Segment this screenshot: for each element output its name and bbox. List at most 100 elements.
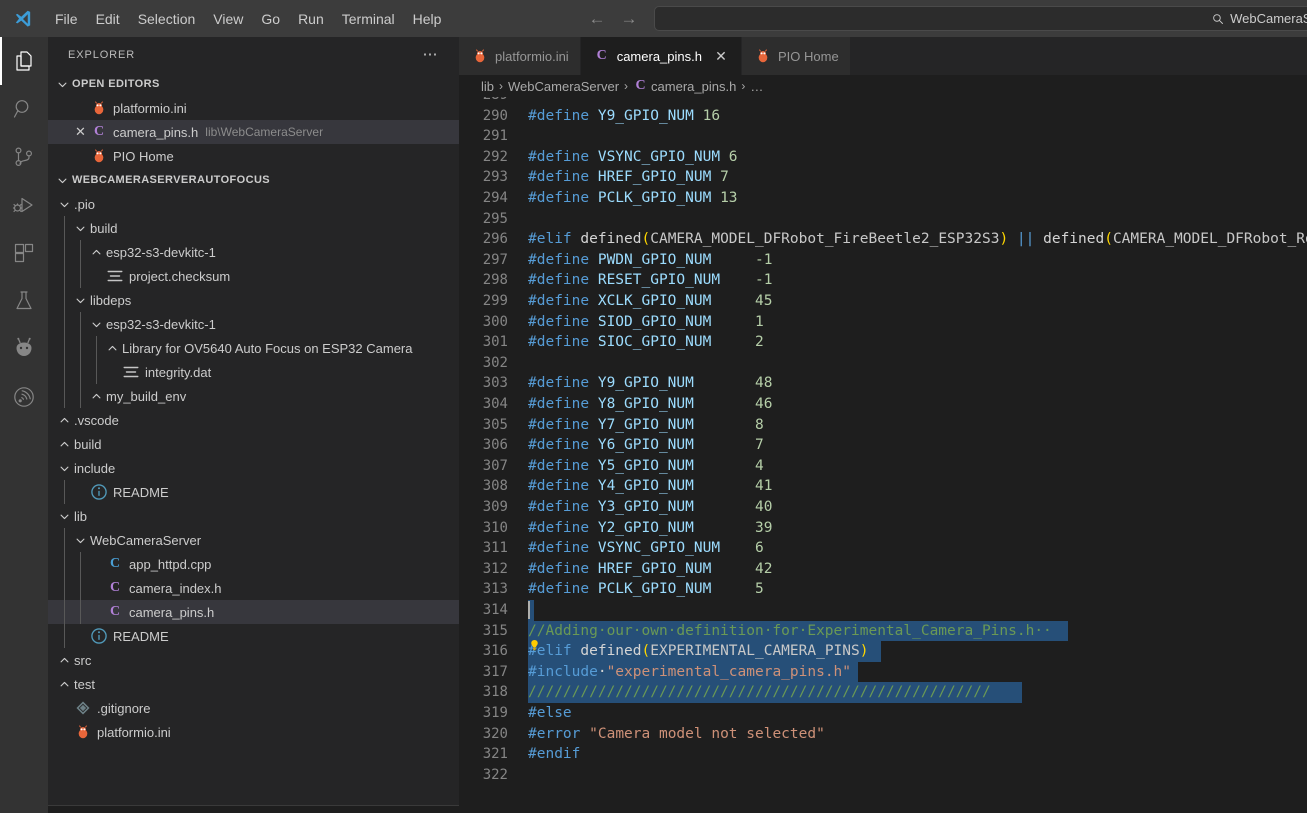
tree-folder-lib[interactable]: lib: [48, 504, 459, 528]
activitybar-source-control[interactable]: [0, 133, 48, 181]
code-line[interactable]: 303 #define Y9_GPIO_NUM 48: [459, 373, 1307, 394]
open-editor-camera-pins-h[interactable]: ✕ C camera_pins.h lib\WebCameraServer: [48, 120, 459, 144]
code-line[interactable]: 293 #define HREF_GPIO_NUM 7: [459, 167, 1307, 188]
tree-folder-vscode[interactable]: .vscode: [48, 408, 459, 432]
code-token: //Adding·our·own·definition·for·Experime…: [528, 622, 1052, 639]
code-line[interactable]: 315 //Adding·our·own·definition·for·Exper…: [459, 620, 1307, 642]
tree-folder-my-build-env[interactable]: my_build_env: [48, 384, 459, 408]
code-line[interactable]: 314: [459, 600, 1307, 621]
go-back-icon[interactable]: ←: [588, 10, 606, 27]
code-editor[interactable]: 289290#define Y9_GPIO_NUM 16291292#defin…: [459, 97, 1307, 813]
tree-folder-src[interactable]: src: [48, 648, 459, 672]
code-line[interactable]: 292 #define VSYNC_GPIO_NUM 6: [459, 147, 1307, 168]
activitybar-platformio[interactable]: [0, 325, 48, 373]
breadcrumb-item-lib[interactable]: lib: [481, 79, 494, 94]
tree-folder-build[interactable]: build: [48, 216, 459, 240]
code-line[interactable]: 302: [459, 353, 1307, 374]
tree-folder-include[interactable]: include: [48, 456, 459, 480]
menu-selection[interactable]: Selection: [130, 7, 204, 31]
close-icon[interactable]: ✕: [712, 47, 730, 65]
tree-file-camera-index-h[interactable]: Ccamera_index.h: [48, 576, 459, 600]
tree-file-readme[interactable]: README: [48, 624, 459, 648]
code-line[interactable]: 308 #define Y4_GPIO_NUM 41: [459, 476, 1307, 497]
activitybar-search[interactable]: [0, 85, 48, 133]
section-open-editors[interactable]: OPEN EDITORS: [48, 72, 459, 96]
code-line[interactable]: 319 #else: [459, 703, 1307, 724]
menu-terminal[interactable]: Terminal: [334, 7, 403, 31]
code-line[interactable]: 296 #elif defined(CAMERA_MODEL_DFRobot_Fi…: [459, 229, 1307, 250]
tree-file-integrity-dat[interactable]: integrity.dat: [48, 360, 459, 384]
menu-go[interactable]: Go: [253, 7, 288, 31]
section-project-root[interactable]: WEBCAMERASERVERAUTOFOCUS: [48, 168, 459, 192]
tab-pio-home[interactable]: PIO Home: [741, 37, 851, 75]
code-line[interactable]: 322: [459, 765, 1307, 786]
open-editor-label: camera_pins.h: [113, 124, 199, 140]
menu-view[interactable]: View: [205, 7, 251, 31]
tree-folder-webcameraserver[interactable]: WebCameraServer: [48, 528, 459, 552]
tree-folder-esp32-s3-devkitc-1[interactable]: esp32-s3-devkitc-1: [48, 312, 459, 336]
code-token: #include: [528, 663, 598, 680]
tab-platformio-ini[interactable]: platformio.ini: [459, 37, 581, 75]
breadcrumb-item-webcameraserver[interactable]: WebCameraServer: [508, 79, 619, 94]
tree-file-camera-pins-h[interactable]: Ccamera_pins.h: [48, 600, 459, 624]
activitybar-explorer[interactable]: [0, 37, 48, 85]
code-line[interactable]: 289: [459, 97, 1307, 106]
code-line[interactable]: 299 #define XCLK_GPIO_NUM 45: [459, 291, 1307, 312]
menu-help[interactable]: Help: [405, 7, 450, 31]
go-forward-icon[interactable]: →: [620, 10, 638, 27]
code-line[interactable]: 295: [459, 209, 1307, 230]
code-line[interactable]: 297 #define PWDN_GPIO_NUM -1: [459, 250, 1307, 271]
code-line[interactable]: 310 #define Y2_GPIO_NUM 39: [459, 518, 1307, 539]
code-line[interactable]: 312 #define HREF_GPIO_NUM 42: [459, 559, 1307, 580]
open-editor-platformio-ini[interactable]: platformio.ini: [48, 96, 459, 120]
tree-folder-libdeps[interactable]: libdeps: [48, 288, 459, 312]
code-line[interactable]: 321 #endif: [459, 744, 1307, 765]
tree-file-readme[interactable]: README: [48, 480, 459, 504]
tree-folder-esp32-s3-devkitc-1[interactable]: esp32-s3-devkitc-1: [48, 240, 459, 264]
command-center[interactable]: WebCameraServerAutofocus: [654, 6, 1307, 31]
activitybar-extensions[interactable]: [0, 229, 48, 277]
tree-file-platformio-ini[interactable]: platformio.ini: [48, 720, 459, 744]
tree-file-gitignore[interactable]: .gitignore: [48, 696, 459, 720]
code-line[interactable]: 290 #define Y9_GPIO_NUM 16: [459, 106, 1307, 127]
lightbulb-icon[interactable]: [528, 638, 541, 653]
code-line[interactable]: 298 #define RESET_GPIO_NUM -1: [459, 270, 1307, 291]
tree-file-app-httpd-cpp[interactable]: Capp_httpd.cpp: [48, 552, 459, 576]
code-line[interactable]: 305 #define Y7_GPIO_NUM 8: [459, 415, 1307, 436]
code-line[interactable]: 317 #include·"experimental_camera_pins.h": [459, 661, 1307, 683]
menu-edit[interactable]: Edit: [88, 7, 128, 31]
tree-file-project-checksum[interactable]: project.checksum: [48, 264, 459, 288]
tree-folder-build[interactable]: build: [48, 432, 459, 456]
tree-folder-test[interactable]: test: [48, 672, 459, 696]
tree-folder-library-for-ov5640-auto-focus-on-esp32-camera[interactable]: Library for OV5640 Auto Focus on ESP32 C…: [48, 336, 459, 360]
code-line[interactable]: 304 #define Y8_GPIO_NUM 46: [459, 394, 1307, 415]
menu-file[interactable]: File: [47, 7, 86, 31]
code-line[interactable]: 318 /////////////////////////////////////…: [459, 682, 1307, 703]
tree-folder-pio[interactable]: .pio: [48, 192, 459, 216]
code-line[interactable]: 309 #define Y3_GPIO_NUM 40: [459, 497, 1307, 518]
tab-camera-pins-h[interactable]: C camera_pins.h ✕: [580, 37, 742, 75]
code-line[interactable]: 307 #define Y5_GPIO_NUM 4: [459, 456, 1307, 477]
breadcrumb-label: lib: [481, 78, 495, 94]
code-line[interactable]: 320 #error "Camera model not selected": [459, 724, 1307, 745]
code-line[interactable]: 294 #define PCLK_GPIO_NUM 13: [459, 188, 1307, 209]
open-editor-pio-home[interactable]: PIO Home: [48, 144, 459, 168]
code-line[interactable]: 301 #define SIOC_GPIO_NUM 2: [459, 332, 1307, 353]
code-line[interactable]: 291: [459, 126, 1307, 147]
activitybar-testing[interactable]: [0, 277, 48, 325]
breadcrumb-item-symbol-overflow[interactable]: …: [750, 79, 763, 94]
code-line-text: #define HREF_GPIO_NUM 7: [528, 167, 729, 188]
code-line[interactable]: 316 #elif defined(EXPERIMENTAL_CAMERA_PIN…: [459, 641, 1307, 662]
code-line[interactable]: 306 #define Y6_GPIO_NUM 7: [459, 435, 1307, 456]
breadcrumb-item-camera-pins-h[interactable]: C camera_pins.h: [633, 77, 736, 95]
code-line[interactable]: 311 #define VSYNC_GPIO_NUM 6: [459, 538, 1307, 559]
close-icon[interactable]: ✕: [72, 124, 89, 141]
activitybar-run-and-debug[interactable]: [0, 181, 48, 229]
menu-run[interactable]: Run: [290, 7, 332, 31]
activitybar-remote-explorer[interactable]: [0, 373, 48, 421]
code-line[interactable]: 300 #define SIOD_GPIO_NUM 1: [459, 312, 1307, 333]
code-line[interactable]: 313 #define PCLK_GPIO_NUM 5: [459, 579, 1307, 600]
explorer-more-actions-icon[interactable]: ⋯: [423, 47, 440, 62]
